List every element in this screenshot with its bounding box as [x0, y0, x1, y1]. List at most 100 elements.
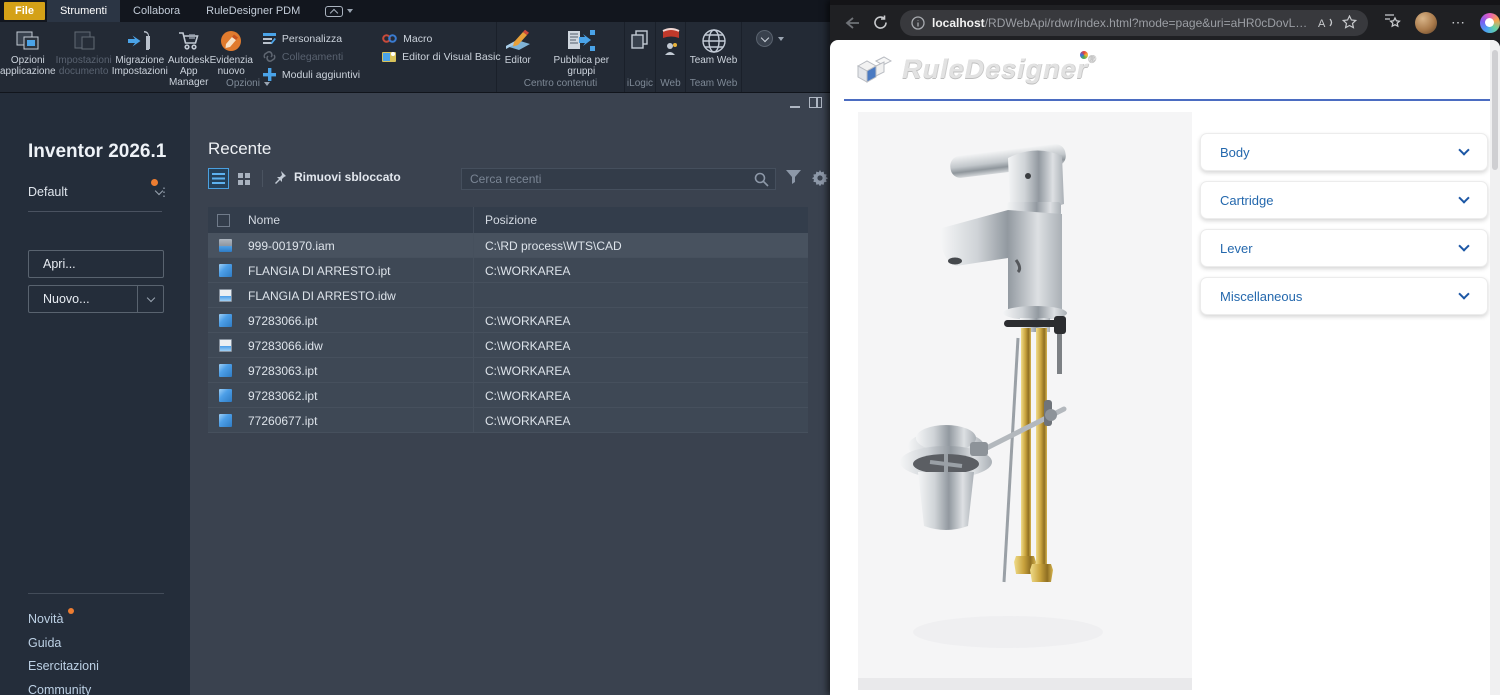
app-manager-cart-icon [176, 27, 202, 55]
btn-editor[interactable]: Editor [497, 25, 539, 66]
btn-evidenzia-nuovo[interactable]: Evidenzia nuovo [210, 25, 253, 77]
recent-file-row[interactable]: 97283062.ipt C:\WORKAREA [208, 383, 808, 408]
ribbon-group-team-web: Team Web Team Web [686, 22, 742, 92]
sidebar-link-guida[interactable]: Guida [28, 636, 61, 650]
chevron-down-icon [778, 37, 784, 41]
recent-toolbar: Rimuovi sbloccato [208, 167, 829, 191]
filter-icon[interactable] [786, 170, 803, 187]
grid-view-button[interactable] [233, 168, 254, 189]
browser-window: localhost/RDWebApi/rdwr/index.html?mode=… [830, 0, 1500, 695]
list-view-button[interactable] [208, 168, 229, 189]
brand-wordmark: RuleDesigner® [902, 51, 1097, 85]
community-person-icon[interactable] [664, 42, 678, 55]
search-icon[interactable] [754, 172, 769, 187]
recent-file-row[interactable]: 97283066.idw C:\WORKAREA [208, 333, 808, 358]
ribbon-help-dropdown[interactable] [756, 30, 773, 47]
sidebar-link-community[interactable]: Community [28, 683, 91, 695]
button-label: Impostazioni documento [55, 55, 112, 77]
highlight-new-icon [218, 27, 244, 55]
gear-icon[interactable] [811, 170, 829, 187]
accordion-miscellaneous[interactable]: Miscellaneous [1200, 277, 1488, 315]
ribbon-collapse-icon [325, 5, 344, 17]
read-aloud-icon[interactable]: A [1318, 16, 1335, 29]
collections-icon[interactable] [1384, 13, 1401, 33]
profile-menu-icon[interactable]: ⋮ [158, 186, 170, 198]
brand-color-dot [1080, 51, 1088, 59]
scrollbar-thumb[interactable] [1492, 50, 1498, 170]
accordion-cartridge[interactable]: Cartridge [1200, 181, 1488, 219]
btn-personalizza[interactable]: Personalizza [262, 32, 360, 45]
browser-menu-icon[interactable]: ⋯ [1451, 14, 1466, 31]
panel-minimize-button[interactable] [790, 105, 800, 108]
ribbon-display-toggle[interactable] [325, 0, 354, 22]
product-viewer[interactable] [858, 112, 1192, 690]
recent-file-row[interactable]: 77260677.ipt C:\WORKAREA [208, 408, 808, 433]
document-settings-icon [71, 27, 97, 55]
btn-editor-visual-basic[interactable]: Editor di Visual Basic [382, 50, 501, 63]
sidebar-link-esercitazioni[interactable]: Esercitazioni [28, 659, 99, 673]
file-type-icon-ipt [219, 364, 232, 377]
file-path: C:\WORKAREA [473, 408, 808, 433]
search-input[interactable] [462, 172, 754, 186]
recent-file-row[interactable]: FLANGIA DI ARRESTO.idw [208, 283, 808, 308]
site-info-icon[interactable] [911, 15, 925, 30]
links-icon [263, 51, 276, 62]
btn-migrazione-impostazioni[interactable]: Migrazione Impostazioni [112, 25, 168, 77]
page-scrollbar[interactable] [1490, 40, 1500, 695]
remove-unpinned-button[interactable]: Rimuovi sbloccato [274, 170, 401, 184]
recent-table: Nome Posizione 999-001970.iam C:\RD proce… [208, 207, 808, 433]
btn-impostazioni-documento: Impostazioni documento [56, 25, 112, 77]
ruledesigner-cube-logo [856, 56, 892, 83]
accordion-label: Lever [1220, 240, 1253, 256]
button-label: Editor [504, 55, 531, 66]
new-button[interactable]: Nuovo... [28, 285, 164, 313]
help-book-icon[interactable] [662, 27, 680, 39]
recent-file-row[interactable]: FLANGIA DI ARRESTO.ipt C:\WORKAREA [208, 258, 808, 283]
group-label-opzioni[interactable]: Opzioni [0, 78, 496, 89]
ilogic-copy-icon[interactable] [630, 25, 650, 51]
faucet-3d-render [858, 144, 1192, 690]
address-bar[interactable]: localhost/RDWebApi/rdwr/index.html?mode=… [900, 9, 1368, 36]
column-header-nome[interactable]: Nome [248, 213, 473, 227]
group-label-ilogic[interactable]: iLogic [625, 78, 655, 89]
recent-file-row[interactable]: 97283063.ipt C:\WORKAREA [208, 358, 808, 383]
browser-profile-avatar[interactable] [1415, 11, 1437, 34]
file-path: C:\WORKAREA [473, 308, 808, 333]
group-label-web[interactable]: Web [656, 78, 685, 89]
accordion-lever[interactable]: Lever [1200, 229, 1488, 267]
tab-strumenti[interactable]: Strumenti [46, 0, 121, 22]
new-button-dropdown[interactable] [137, 286, 163, 312]
group-label-centro-contenuti[interactable]: Centro contenuti [497, 78, 624, 89]
btn-team-web[interactable]: Team Web [686, 25, 741, 66]
open-button[interactable]: Apri... [28, 250, 164, 278]
recent-file-row[interactable]: 97283066.ipt C:\WORKAREA [208, 308, 808, 333]
refresh-button[interactable] [866, 15, 894, 30]
tab-file[interactable]: File [4, 2, 45, 20]
file-name: 97283066.idw [248, 338, 323, 353]
file-path: C:\WORKAREA [473, 358, 808, 383]
btn-opzioni-applicazione[interactable]: Opzioni applicazione [0, 25, 56, 77]
recent-panel: Recente Rimuovi sbloccato Cerca recenti … [190, 93, 830, 695]
btn-pubblica-per-gruppi[interactable]: Pubblica per gruppi [539, 25, 624, 77]
favorite-star-icon[interactable] [1342, 15, 1357, 30]
macro-icon [382, 34, 397, 43]
back-button[interactable] [838, 16, 866, 30]
tab-ruledesigner-pdm[interactable]: RuleDesigner PDM [193, 0, 313, 22]
file-name: 97283066.ipt [248, 313, 318, 328]
home-sidebar: Inventor 2026.1 Default ⋮ Apri... Nuovo.… [0, 93, 190, 695]
registered-mark: ® [1088, 54, 1097, 65]
accordion-body[interactable]: Body [1200, 133, 1488, 171]
btn-macro[interactable]: Macro [382, 32, 500, 45]
select-all-checkbox[interactable] [217, 213, 230, 227]
column-header-posizione[interactable]: Posizione [473, 207, 808, 233]
recent-file-row[interactable]: 999-001970.iam C:\RD process\WTS\CAD [208, 233, 808, 258]
tab-collabora[interactable]: Collabora [120, 0, 193, 22]
copilot-icon[interactable] [1480, 12, 1500, 33]
screenshot-root: File Strumenti Collabora RuleDesigner PDM O… [0, 0, 1500, 695]
sidebar-link-novit-[interactable]: Novità [28, 608, 75, 626]
recent-search[interactable] [461, 168, 776, 190]
url-text[interactable]: localhost/RDWebApi/rdwr/index.html?mode=… [932, 16, 1311, 30]
panel-layout-button[interactable] [809, 97, 822, 108]
profile-selector[interactable]: Default ⋮ [28, 179, 170, 212]
group-label-team-web[interactable]: Team Web [686, 78, 741, 89]
